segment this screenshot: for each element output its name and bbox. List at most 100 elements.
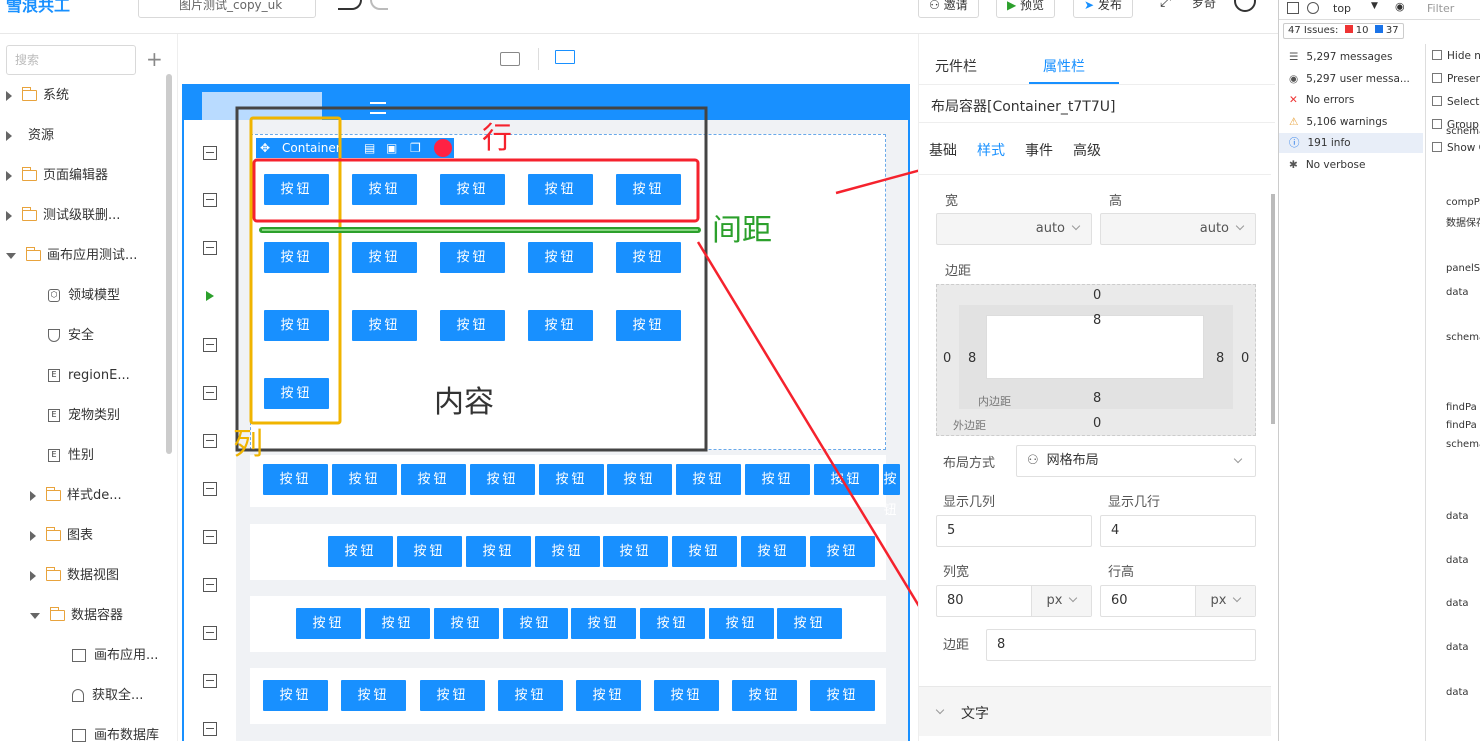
collapse-checkbox[interactable] <box>203 434 217 448</box>
grid-button[interactable]: 按钮 <box>539 464 604 495</box>
console-log-entry[interactable]: findPa <box>1446 402 1477 413</box>
console-setting-checkbox[interactable]: Hide ne <box>1432 47 1480 65</box>
menu-icon[interactable] <box>370 102 386 114</box>
delete-icon[interactable] <box>434 139 452 157</box>
subtab-advanced[interactable]: 高级 <box>1073 140 1101 160</box>
gap-input[interactable]: 8 <box>986 629 1256 661</box>
page-name-field[interactable]: 图片测试_copy_uk <box>138 0 316 18</box>
layout-select[interactable]: ⚇ 网格布局 <box>1016 445 1256 477</box>
eye-icon[interactable]: ◉ <box>1395 0 1405 13</box>
console-log-entry[interactable]: compPa <box>1446 197 1480 208</box>
grid-button[interactable]: 按钮 <box>466 536 531 567</box>
padding-left[interactable]: 8 <box>968 351 976 366</box>
design-canvas[interactable]: ✥ Container ▤ ▣ ❐ 按钮 按钮 按钮 按钮 按钮 按钮 按钮 按钮 按钮 按钮 按钮… <box>182 84 910 741</box>
chevron-right-icon[interactable] <box>6 170 12 181</box>
grid-button[interactable]: 按钮 <box>352 310 417 341</box>
grid-button[interactable]: 按钮 <box>616 242 681 273</box>
filter-input[interactable]: Filter <box>1427 2 1454 15</box>
collapse-checkbox[interactable] <box>203 578 217 592</box>
grid-button[interactable]: 按钮 <box>264 310 329 341</box>
margin-left[interactable]: 0 <box>943 351 951 366</box>
tab-components[interactable]: 元件栏 <box>935 56 977 76</box>
grid-button[interactable]: 按钮 <box>535 536 600 567</box>
sidebar-scrollbar[interactable] <box>166 74 172 454</box>
console-log-entry[interactable]: data <box>1446 642 1469 653</box>
grid-button[interactable]: 按钮 <box>263 464 328 495</box>
redo-icon[interactable] <box>370 0 388 10</box>
grid-button[interactable]: 按钮 <box>434 608 499 639</box>
sidebar-item[interactable]: 系统 <box>6 86 69 106</box>
col-width-unit-select[interactable]: px <box>1031 586 1091 616</box>
console-log-entry[interactable]: panelS <box>1446 263 1480 274</box>
chevron-down-icon[interactable] <box>6 252 16 259</box>
sidebar-toggle-icon[interactable] <box>1287 2 1299 14</box>
chevron-right-icon[interactable] <box>30 530 36 541</box>
sidebar-item[interactable]: 获取全... <box>72 686 143 706</box>
grid-button[interactable]: 按钮 <box>365 608 430 639</box>
console-log-entry[interactable]: schema <box>1446 332 1480 343</box>
sidebar-item[interactable]: EregionE... <box>48 366 130 386</box>
grid-button[interactable]: 按钮 <box>777 608 842 639</box>
margin-bottom[interactable]: 0 <box>1093 416 1101 431</box>
grid-button[interactable]: 按钮 <box>397 536 462 567</box>
rows-input[interactable]: 4 <box>1100 515 1256 547</box>
sidebar-item[interactable]: E 宠物类别 <box>48 406 120 426</box>
console-setting-checkbox[interactable]: Selecte <box>1432 93 1480 111</box>
grid-button[interactable]: 按钮 <box>528 242 593 273</box>
grid-button[interactable]: 按钮 <box>296 608 361 639</box>
grid-button[interactable]: 按钮 <box>264 378 329 409</box>
width-input[interactable]: auto <box>936 213 1092 245</box>
grid-button[interactable]: 按钮 <box>352 174 417 205</box>
grid-button[interactable]: 按钮 <box>440 310 505 341</box>
sidebar-item[interactable]: 数据容器 <box>30 606 123 626</box>
grid-button[interactable]: 按钮 <box>264 242 329 273</box>
grid-button[interactable]: 按钮 <box>420 680 485 711</box>
sidebar-item[interactable]: 资源 <box>6 126 54 146</box>
collapse-checkbox[interactable] <box>203 722 217 736</box>
grid-button[interactable]: 按钮 <box>672 536 737 567</box>
console-setting-checkbox[interactable]: Preserv <box>1432 70 1480 88</box>
invite-button[interactable]: ⚇ 邀请 <box>918 0 979 18</box>
sidebar-item[interactable]: 画布应用测试... <box>6 246 137 266</box>
grid-button[interactable]: 按钮 <box>571 608 636 639</box>
subtab-style[interactable]: 样式 <box>977 140 1005 160</box>
grid-button[interactable]: 按钮 <box>603 536 668 567</box>
grid-button[interactable]: 按钮 <box>810 680 875 711</box>
grid-button[interactable]: 按钮 <box>709 608 774 639</box>
height-input[interactable]: auto <box>1100 213 1256 245</box>
chevron-right-icon[interactable] <box>6 210 12 221</box>
console-filter-user[interactable]: ◉ 5,297 user messa... <box>1289 69 1410 89</box>
sidebar-item[interactable]: 测试级联删... <box>6 206 120 226</box>
grid-button[interactable]: 按钮 <box>732 680 797 711</box>
text-section-header[interactable]: 文字 <box>919 686 1271 736</box>
grid-button[interactable]: 按钮 <box>616 174 681 205</box>
grid-button[interactable]: 按钮 <box>440 242 505 273</box>
grid-button[interactable]: 按钮 <box>498 680 563 711</box>
sidebar-item[interactable]: ⬡ 领域模型 <box>48 286 120 306</box>
grid-button[interactable]: 按钮 <box>352 242 417 273</box>
context-select[interactable]: top <box>1333 2 1351 15</box>
cols-input[interactable]: 5 <box>936 515 1092 547</box>
grid-button[interactable]: 按钮 <box>470 464 535 495</box>
play-icon[interactable] <box>206 291 214 301</box>
console-filter-info[interactable]: ⓘ 191 info <box>1279 133 1423 153</box>
collapse-checkbox[interactable] <box>203 674 217 688</box>
console-log-entry[interactable]: data <box>1446 555 1469 566</box>
grid-button[interactable]: 按钮 <box>263 680 328 711</box>
console-setting-checkbox[interactable]: Show C <box>1432 139 1480 157</box>
grid-button[interactable]: 按钮 <box>654 680 719 711</box>
grid-button[interactable]: 按钮 <box>332 464 397 495</box>
chevron-down-icon[interactable] <box>30 612 40 619</box>
box-model-editor[interactable]: 0 0 0 0 8 8 8 8 内边距 外边距 <box>936 284 1256 436</box>
console-filter-error[interactable]: ✕ No errors <box>1289 90 1354 110</box>
copy-icon[interactable]: ❐ <box>410 138 421 158</box>
sidebar-item[interactable]: 图表 <box>30 526 93 546</box>
sidebar-item[interactable]: 画布数据库 <box>72 726 159 746</box>
grid-button[interactable]: 按钮 <box>328 536 393 567</box>
add-icon[interactable]: + <box>146 48 163 70</box>
grid-button[interactable]: 按钮 <box>640 608 705 639</box>
grid-button[interactable]: 按钮 <box>745 464 810 495</box>
collapse-checkbox[interactable] <box>203 241 217 255</box>
sidebar-item[interactable]: 样式de... <box>30 486 122 506</box>
subtab-event[interactable]: 事件 <box>1025 140 1053 160</box>
